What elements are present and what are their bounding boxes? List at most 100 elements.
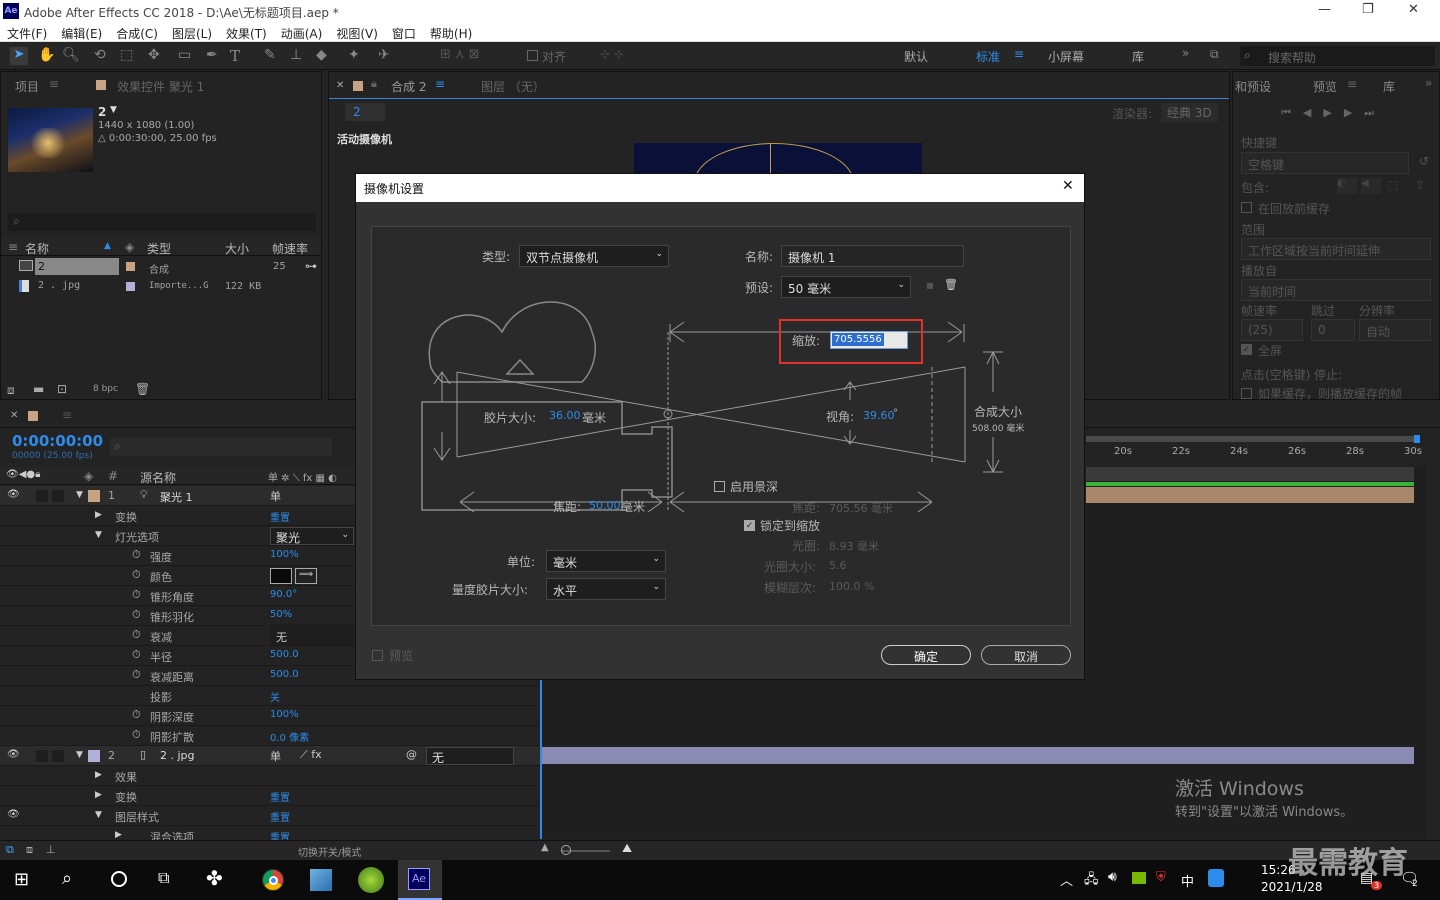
camera-tool-icon[interactable]: ⬚ [120,47,133,63]
selection-tool-icon[interactable]: ➤ [10,47,28,65]
property-row[interactable]: ▶ 变换 重置 [0,786,540,806]
restore-button[interactable]: ❐ [1362,2,1374,17]
col-size[interactable]: 大小 [225,240,249,257]
tray-chevron-icon[interactable]: ︿ [1060,870,1073,889]
visibility-eye-icon[interactable]: 👁︎ [7,749,20,760]
expand-arrow-icon[interactable]: ▶ [115,830,122,840]
parent-select[interactable]: 无 [426,747,514,765]
switch-collapse-icon[interactable]: 单 [270,748,281,764]
stopwatch-icon[interactable]: ⏱ [132,608,141,622]
menu-item-5[interactable]: 动画(A) [274,22,330,42]
bpc-label[interactable]: 8 bpc [93,384,118,394]
roto-tool-icon[interactable]: ✦ [348,47,360,63]
graph-editor-icon[interactable]: ⊥ [46,843,56,856]
volume-icon[interactable]: 🔊︎ [1108,869,1117,885]
task-view-icon[interactable]: ⧉ [158,868,169,888]
export-icon[interactable]: ⇪ [1415,178,1425,192]
stopwatch-icon[interactable]: ⏱ [132,628,141,642]
new-folder-icon[interactable]: ▬ [33,382,44,396]
layer-bar-light[interactable] [1086,467,1414,481]
current-timecode[interactable]: 0:00:00:00 [12,432,103,450]
ime-indicator[interactable]: 中 [1181,871,1194,890]
property-value[interactable]: 重置 [270,789,290,804]
layer-label-swatch[interactable] [88,750,100,762]
property-value[interactable]: 500.0 [270,669,299,680]
col-name[interactable]: 名称 [25,240,49,257]
after-effects-taskbar-button[interactable]: Ae [398,860,442,900]
property-value[interactable]: 50% [270,609,292,620]
comp-flowchart-icon[interactable]: ⧉ [6,843,14,857]
security-icon[interactable]: ⛨ [1156,870,1166,885]
stopwatch-icon[interactable]: ⏱ [132,668,141,682]
property-value[interactable]: 100% [270,709,299,720]
cancel-button[interactable]: 取消 [981,645,1071,665]
zoom-in-icon[interactable]: ⛰ [622,841,632,856]
layer-bar-image[interactable] [542,747,1414,764]
property-row[interactable]: ▶ 效果 [0,766,540,786]
property-row[interactable]: ⏱ 阴影深度 100% [0,706,540,726]
if-cached-checkbox[interactable] [1241,388,1252,399]
film-size-value[interactable]: 36.00 [549,409,581,422]
notepad-app-icon[interactable] [310,869,332,891]
windows-start-icon[interactable]: ⊞ [14,869,29,890]
col-source-name[interactable]: 源名称 [140,469,176,486]
network-icon[interactable]: 🖧 [1084,870,1099,892]
dropdown-icon[interactable]: ▼ [110,105,117,115]
property-value[interactable]: 重置 [270,509,290,524]
close-tab-icon[interactable]: ✕ [336,80,344,91]
property-value[interactable]: 500.0 [270,649,299,660]
menu-item-8[interactable]: 帮助(H) [423,22,479,42]
tab-info[interactable]: 和预设 [1235,78,1271,95]
tab-preview[interactable]: 预览 [1313,78,1337,95]
cortana-icon[interactable] [111,871,127,887]
fps-select[interactable]: (25) [1241,319,1303,341]
layer-search[interactable]: ⌕ [110,438,332,456]
nvidia-icon[interactable] [1132,872,1146,884]
renderer-value[interactable]: 经典 3D [1161,103,1218,122]
menu-item-0[interactable]: 文件(F) [0,22,54,42]
preview-checkbox[interactable] [372,650,383,661]
zoom-slider-thumb[interactable] [561,845,571,855]
help-search[interactable]: ⌕ 搜索帮助 [1240,46,1435,66]
eyedropper-icon[interactable]: ⟹ [295,568,317,584]
minimize-button[interactable]: — [1318,2,1331,17]
solo-box[interactable] [36,490,48,502]
pen-tool-icon[interactable]: ✒ [206,47,218,63]
camera-type-select[interactable]: 双节点摄像机 ⌄ [519,245,669,267]
expand-arrow-icon[interactable]: ▶ [95,510,102,520]
switch-collapse-icon[interactable]: 单 [270,488,281,504]
layer-flowchart-icon[interactable]: ⧈ [26,843,33,857]
tab-layer[interactable]: 图层 （无） [481,78,545,95]
camera-name-field[interactable]: 摄像机 1 [781,245,964,267]
play-from-select[interactable]: 当前时间 [1241,279,1431,301]
dof-checkbox[interactable] [714,481,725,492]
tab-project[interactable]: 项目 [15,78,39,95]
layer-bar-light-tan[interactable] [1086,487,1414,503]
reset-icon[interactable]: ↺ [1419,154,1429,168]
angle-value[interactable]: 39.60 [863,409,895,422]
pan-tool-icon[interactable]: ✥ [148,47,160,63]
property-value[interactable]: 90.0° [270,589,297,600]
timeline-menu-icon[interactable]: ≡ [62,408,72,422]
col-type[interactable]: 类型 [147,240,171,257]
flowchart-icon[interactable]: ⊶ [305,259,317,273]
fx-switch-icon[interactable]: ⟋ fx [300,748,322,762]
chrome-icon[interactable] [262,869,284,891]
clone-tool-icon[interactable]: ⊥ [290,47,302,63]
collapse-arrow-icon[interactable]: ▼ [76,490,83,500]
list-item[interactable]: 2 . jpg Importe...G 122 KB [1,278,321,296]
lock-icon[interactable]: 🔒︎ [371,77,377,91]
workspace-library[interactable]: 库 [1132,48,1144,65]
fullscreen-checkbox[interactable]: ✓ [1241,344,1252,355]
menu-item-7[interactable]: 窗口 [385,22,423,42]
property-row[interactable]: 👁︎ ▼ 图层样式 重置 [0,806,540,826]
menu-item-1[interactable]: 编辑(E) [54,22,109,42]
clock-date[interactable]: 2021/1/28 [1261,880,1323,894]
close-tab-icon[interactable]: ✕ [10,410,18,421]
green-app-icon[interactable] [358,867,384,893]
resolution-select[interactable]: 自动 [1359,319,1431,341]
snap-checkbox[interactable] [527,50,538,61]
include-video-icon[interactable]: ◐ [1337,178,1357,194]
rectangle-tool-icon[interactable]: ▭ [178,47,191,63]
eraser-tool-icon[interactable]: ◆ [316,47,327,63]
